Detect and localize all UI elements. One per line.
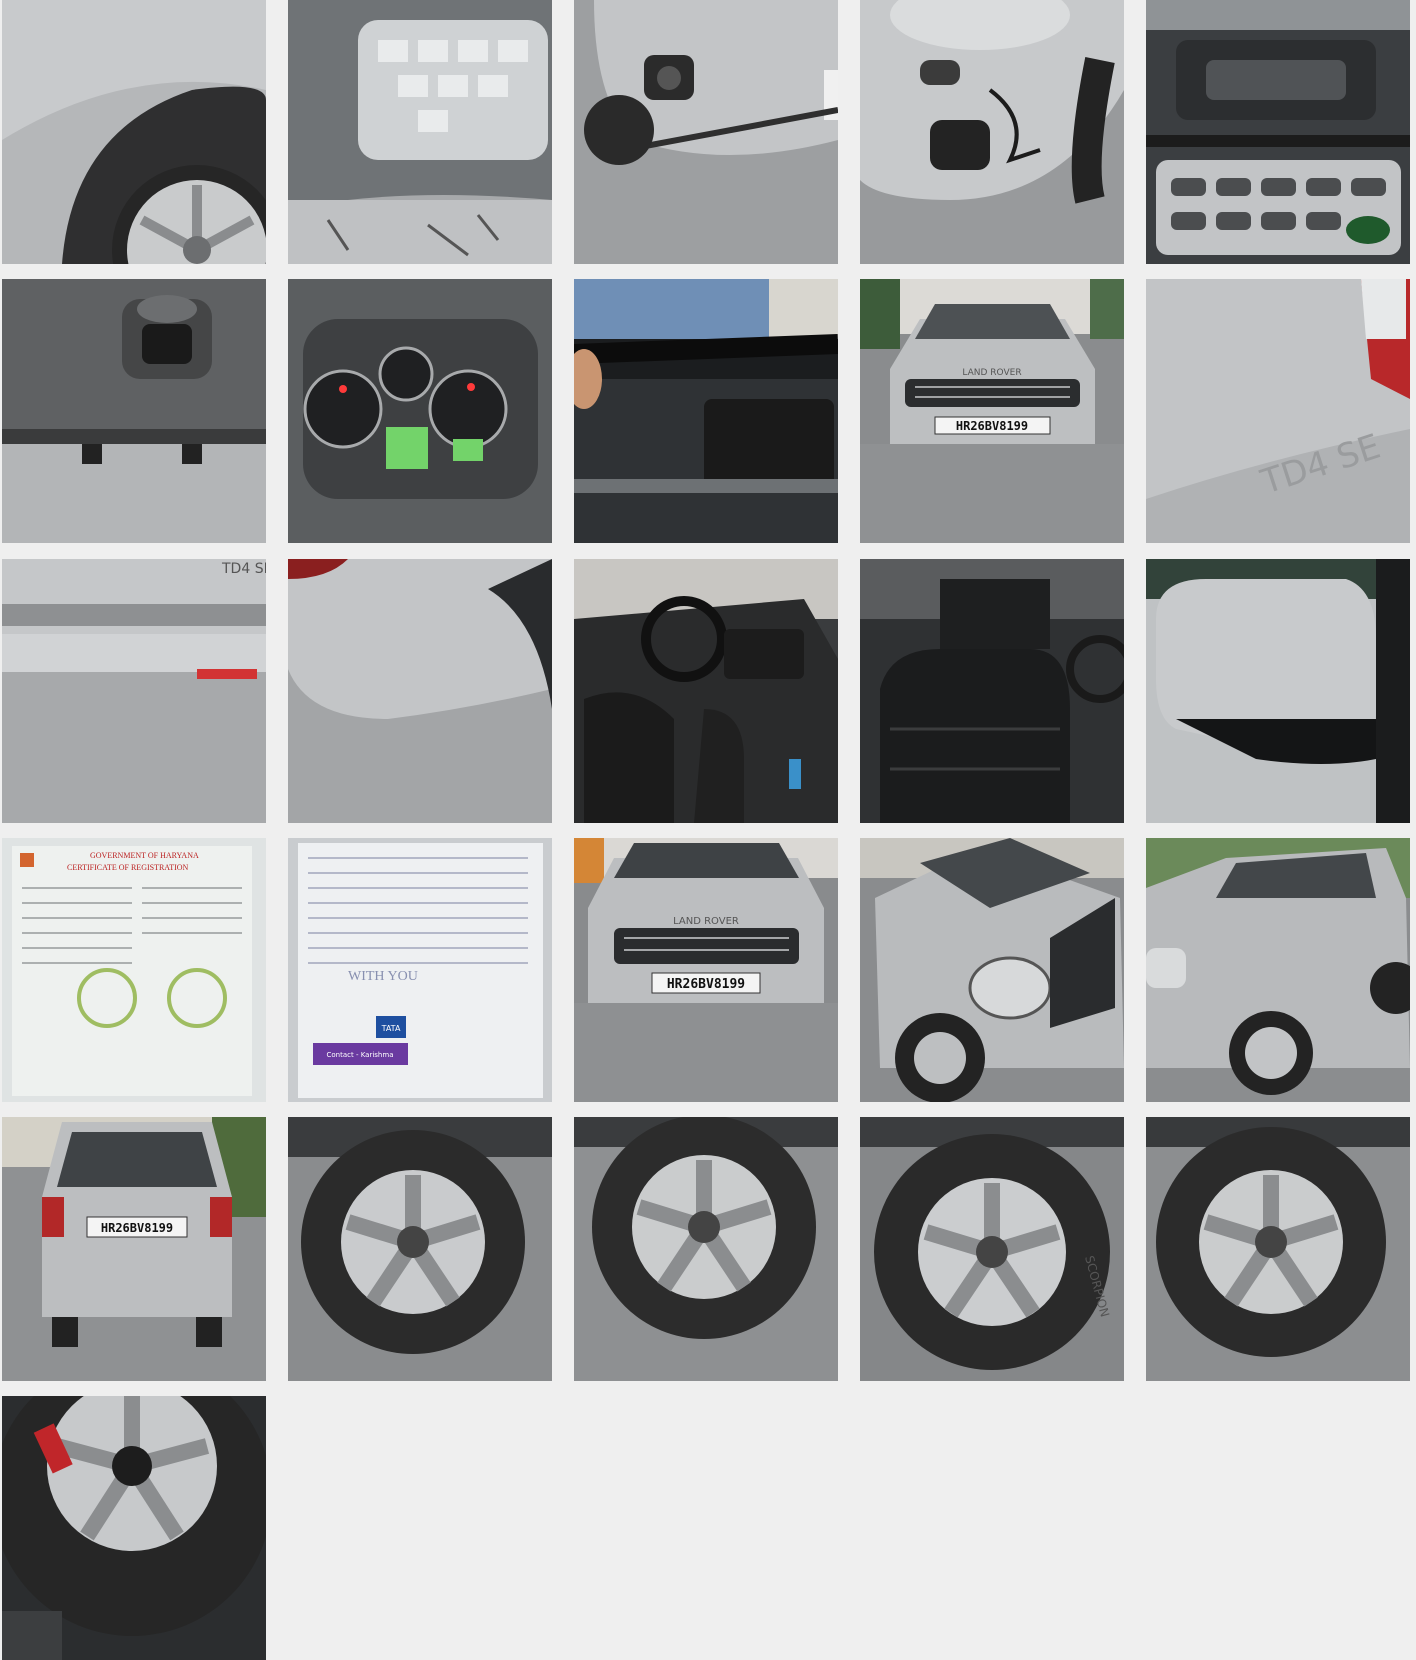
- photo-16[interactable]: GOVERNMENT OF HARYANA CERTIFICATE OF REG…: [2, 838, 266, 1102]
- photo-13[interactable]: [574, 559, 838, 823]
- photo-4[interactable]: [860, 0, 1124, 264]
- photo-2-image: [288, 0, 552, 264]
- rc-title-2: CERTIFICATE OF REGISTRATION: [67, 863, 189, 872]
- photo-23[interactable]: [574, 1117, 838, 1381]
- photo-9-image: LAND ROVER HR26BV8199: [860, 279, 1124, 543]
- photo-25-image: [1146, 1117, 1410, 1381]
- photo-25[interactable]: [1146, 1117, 1410, 1381]
- photo-3-image: [574, 0, 838, 264]
- photo-5[interactable]: [1146, 0, 1410, 264]
- photo-23-image: [574, 1117, 838, 1381]
- photo-16-image: GOVERNMENT OF HARYANA CERTIFICATE OF REG…: [2, 838, 266, 1102]
- photo-4-image: [860, 0, 1124, 264]
- photo-26[interactable]: [2, 1396, 266, 1660]
- brand-badge-text: LAND ROVER: [962, 368, 1021, 378]
- photo-7[interactable]: [288, 279, 552, 543]
- photo-17[interactable]: WITH YOU TATA Contact - Karishma: [288, 838, 552, 1102]
- photo-13-image: [574, 559, 838, 823]
- photo-22-image: [288, 1117, 552, 1381]
- photo-22[interactable]: [288, 1117, 552, 1381]
- photo-19[interactable]: [860, 838, 1124, 1102]
- rc-title-1: GOVERNMENT OF HARYANA: [90, 851, 199, 860]
- photo-19-image: [860, 838, 1124, 1102]
- photo-6[interactable]: [2, 279, 266, 543]
- photo-20-image: [1146, 838, 1410, 1102]
- photo-8-image: [574, 279, 838, 543]
- photo-17-image: WITH YOU TATA Contact - Karishma: [288, 838, 552, 1102]
- photo-15[interactable]: [1146, 559, 1410, 823]
- photo-24[interactable]: SCORPION: [860, 1117, 1124, 1381]
- photo-9[interactable]: LAND ROVER HR26BV8199: [860, 279, 1124, 543]
- photo-7-image: [288, 279, 552, 543]
- photo-8[interactable]: [574, 279, 838, 543]
- plate-text: HR26BV8199: [956, 419, 1028, 433]
- photo-11[interactable]: TD4 SE: [2, 559, 266, 823]
- brand-badge-text-2: LAND ROVER: [673, 916, 739, 927]
- photo-14-image: [860, 559, 1124, 823]
- plate-text-2: HR26BV8199: [667, 977, 745, 992]
- photo-20[interactable]: [1146, 838, 1410, 1102]
- photo-5-image: [1146, 0, 1410, 264]
- photo-26-image: [2, 1396, 266, 1660]
- insurance-slogan: WITH YOU: [348, 969, 418, 984]
- photo-3[interactable]: [574, 0, 838, 264]
- photo-21-image: HR26BV8199: [2, 1117, 266, 1381]
- photo-24-image: SCORPION: [860, 1117, 1124, 1381]
- photo-18-image: LAND ROVER HR26BV8199: [574, 838, 838, 1102]
- photo-18[interactable]: LAND ROVER HR26BV8199: [574, 838, 838, 1102]
- photo-1[interactable]: [2, 0, 266, 264]
- photo-21[interactable]: HR26BV8199: [2, 1117, 266, 1381]
- insurance-brand: TATA: [381, 1024, 401, 1033]
- photo-1-image: [2, 0, 266, 264]
- insurance-contact: Contact - Karishma: [327, 1051, 394, 1059]
- photo-10[interactable]: TD4 SE: [1146, 279, 1410, 543]
- photo-11-image: TD4 SE: [2, 559, 266, 823]
- plate-text-3: HR26BV8199: [101, 1221, 173, 1235]
- photo-15-image: [1146, 559, 1410, 823]
- photo-10-image: TD4 SE: [1146, 279, 1410, 543]
- photo-14[interactable]: [860, 559, 1124, 823]
- photo-2[interactable]: [288, 0, 552, 264]
- photo-6-image: [2, 279, 266, 543]
- photo-gallery: LAND ROVER HR26BV8199 TD4 SE TD4 SE: [0, 0, 1416, 1660]
- photo-12[interactable]: [288, 559, 552, 823]
- rear-badge-text: TD4 SE: [221, 561, 266, 577]
- photo-12-image: [288, 559, 552, 823]
